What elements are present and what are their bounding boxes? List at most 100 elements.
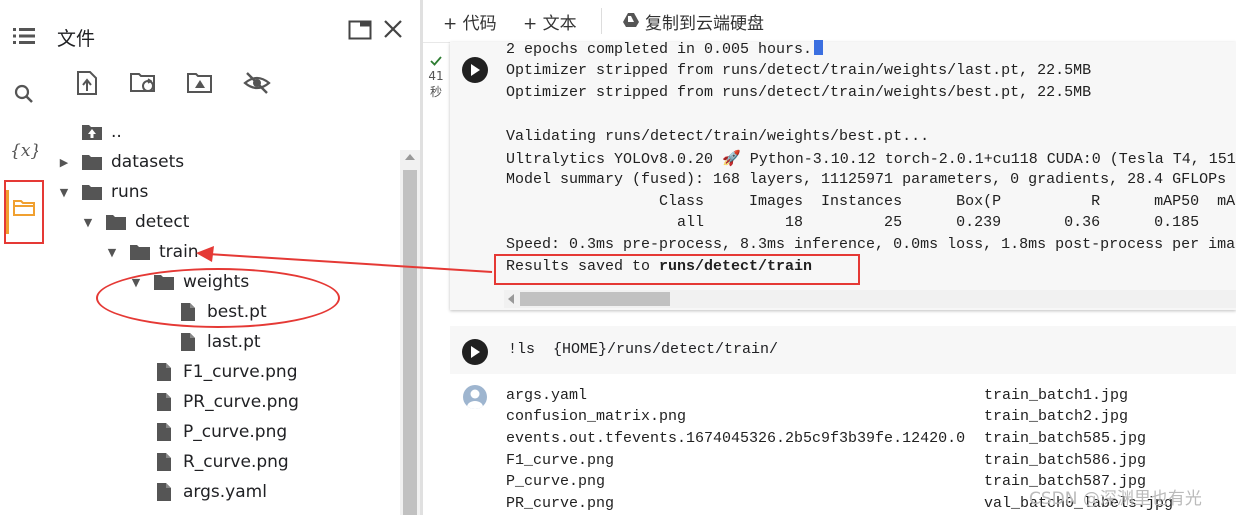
file-tree-label: R_curve.png xyxy=(183,452,289,472)
output-line: 2 epochs completed in 0.005 hours. xyxy=(506,40,824,58)
file-tree-item[interactable]: ▼ detect xyxy=(81,210,190,234)
ls-entry: P_curve.png xyxy=(506,473,606,490)
folder-icon xyxy=(129,243,151,261)
add-code-button[interactable]: + 代码 xyxy=(443,9,497,34)
output-line: Optimizer stripped from runs/detect/trai… xyxy=(506,62,1091,79)
output-line-text: all 18 25 0.239 0.36 0.185 xyxy=(506,214,1200,231)
expand-caret-icon[interactable]: ▼ xyxy=(81,216,95,229)
svg-text:{x}: {x} xyxy=(10,141,38,161)
copy-to-drive-label: 复制到云端硬盘 xyxy=(645,14,764,34)
window-icon[interactable] xyxy=(348,20,372,44)
file-icon xyxy=(153,452,175,472)
file-tree-label: args.yaml xyxy=(183,482,267,502)
output-line: Validating runs/detect/train/weights/bes… xyxy=(506,128,929,145)
file-tree-label: train xyxy=(159,242,199,262)
folder-icon xyxy=(105,213,127,231)
output-line-text: Ultralytics YOLOv8.0.20 🚀 Python-3.10.12… xyxy=(506,151,1236,168)
output-line: Model summary (fused): 168 layers, 11125… xyxy=(506,171,1226,188)
sidebar-scrollbar[interactable] xyxy=(400,150,420,515)
ls-entry: events.out.tfevents.1674045326.2b5c9f3b3… xyxy=(506,430,966,447)
file-tree-item[interactable]: ▶ datasets xyxy=(57,150,184,174)
cell-code[interactable]: !ls {HOME}/runs/detect/train/ xyxy=(508,341,778,358)
exec-time: 41 xyxy=(428,69,444,83)
file-tree-label: runs xyxy=(111,182,149,202)
file-icon xyxy=(153,422,175,442)
collapse-caret-icon[interactable]: ▶ xyxy=(57,156,71,169)
output-line-text: Speed: 0.3ms pre-process, 8.3ms inferenc… xyxy=(506,236,1236,253)
file-tree-item[interactable]: ▼ train xyxy=(105,240,199,264)
ls-entry: train_batch586.jpg xyxy=(984,452,1147,469)
toolbar-separator xyxy=(601,8,602,34)
output-line-text: Class Images Instances Box(P R mAP50 mA xyxy=(506,193,1236,210)
folder-icon xyxy=(81,153,103,171)
output-line-text: 2 epochs completed in 0.005 hours. xyxy=(506,41,813,58)
output-line-text: Validating runs/detect/train/weights/bes… xyxy=(506,128,930,145)
refresh-folder-icon[interactable] xyxy=(128,68,158,98)
file-tree-label: last.pt xyxy=(207,332,261,352)
exec-unit: 秒 xyxy=(429,85,442,99)
files-sidebar: 文件 .. ▶ datasets ▼ runs ▼ detect ▼ train ▼ weights… xyxy=(48,0,420,515)
menu-icon[interactable] xyxy=(8,20,40,52)
file-icon xyxy=(153,362,175,382)
file-tree-item[interactable]: ▼ runs xyxy=(57,180,149,204)
hscroll-thumb[interactable] xyxy=(520,292,670,306)
file-tree-item[interactable]: last.pt xyxy=(153,330,261,354)
notebook-toolbar: + 代码 + 文本 复制到云端硬盘 xyxy=(423,0,1236,43)
output-line: Ultralytics YOLOv8.0.20 🚀 Python-3.10.12… xyxy=(506,149,1236,168)
results-highlight-box xyxy=(494,254,860,285)
file-tree-item[interactable]: args.yaml xyxy=(129,480,267,504)
copy-to-drive-button[interactable]: 复制到云端硬盘 xyxy=(623,9,764,34)
file-tree-item[interactable]: P_curve.png xyxy=(129,420,287,444)
code-command: !ls xyxy=(508,341,554,358)
output-line-text: Optimizer stripped from runs/detect/trai… xyxy=(506,84,1092,101)
run-cell-button[interactable] xyxy=(462,57,488,83)
file-tree-label: detect xyxy=(135,212,190,232)
parent-folder-icon xyxy=(81,123,103,141)
ls-entry: args.yaml xyxy=(506,387,588,404)
file-tree-item[interactable]: PR_curve.png xyxy=(129,390,299,414)
output-line: all 18 25 0.239 0.36 0.185 xyxy=(506,214,1199,231)
scroll-up-arrow[interactable] xyxy=(405,154,415,160)
upload-icon[interactable] xyxy=(72,68,102,98)
file-tree-item[interactable]: F1_curve.png xyxy=(129,360,297,384)
file-tree-label: F1_curve.png xyxy=(183,362,298,382)
file-tree-label: .. xyxy=(111,122,122,142)
file-tree-label: PR_curve.png xyxy=(183,392,299,412)
text-cursor xyxy=(814,40,824,55)
output-line: Speed: 0.3ms pre-process, 8.3ms inferenc… xyxy=(506,236,1235,253)
left-rail: {x} xyxy=(0,0,48,515)
expand-caret-icon[interactable]: ▼ xyxy=(105,246,119,259)
sidebar-title: 文件 xyxy=(57,28,96,50)
code-argument: {HOME}/runs/detect/train/ xyxy=(553,341,779,358)
expand-caret-icon[interactable]: ▼ xyxy=(57,186,71,199)
file-icon xyxy=(153,392,175,412)
run-cell-button-2[interactable] xyxy=(462,339,488,365)
search-icon[interactable] xyxy=(8,78,40,110)
ls-entry: train_batch1.jpg xyxy=(984,387,1129,404)
file-tree-label: datasets xyxy=(111,152,185,172)
drive-icon xyxy=(623,12,639,32)
scroll-thumb[interactable] xyxy=(403,170,417,515)
ls-entry: F1_curve.png xyxy=(506,452,615,469)
output-line: Optimizer stripped from runs/detect/trai… xyxy=(506,84,1091,101)
file-tree-item[interactable]: .. xyxy=(57,120,122,144)
scroll-left-arrow[interactable] xyxy=(508,294,514,304)
drive-folder-icon[interactable] xyxy=(185,68,215,98)
annotation-ellipse xyxy=(96,268,340,328)
file-tree-item[interactable]: R_curve.png xyxy=(129,450,289,474)
variables-icon[interactable]: {x} xyxy=(8,134,40,166)
ls-entry: train_batch2.jpg xyxy=(984,408,1129,425)
execution-status: 41 秒 xyxy=(423,55,449,100)
output-avatar-icon xyxy=(463,385,487,409)
hide-icon[interactable] xyxy=(242,68,272,98)
folder-icon[interactable] xyxy=(8,192,40,224)
add-text-button[interactable]: + 文本 xyxy=(523,9,577,34)
file-icon xyxy=(177,332,199,352)
output-line-text: Model summary (fused): 168 layers, 11125… xyxy=(506,171,1227,188)
ls-entry: PR_curve.png xyxy=(506,495,615,512)
output-line: Class Images Instances Box(P R mAP50 mA xyxy=(506,193,1235,210)
watermark: CSDN @深渊里也有光 xyxy=(1029,489,1202,509)
file-icon xyxy=(153,482,175,502)
close-icon[interactable] xyxy=(382,18,404,44)
output-hscrollbar[interactable] xyxy=(504,290,1236,308)
